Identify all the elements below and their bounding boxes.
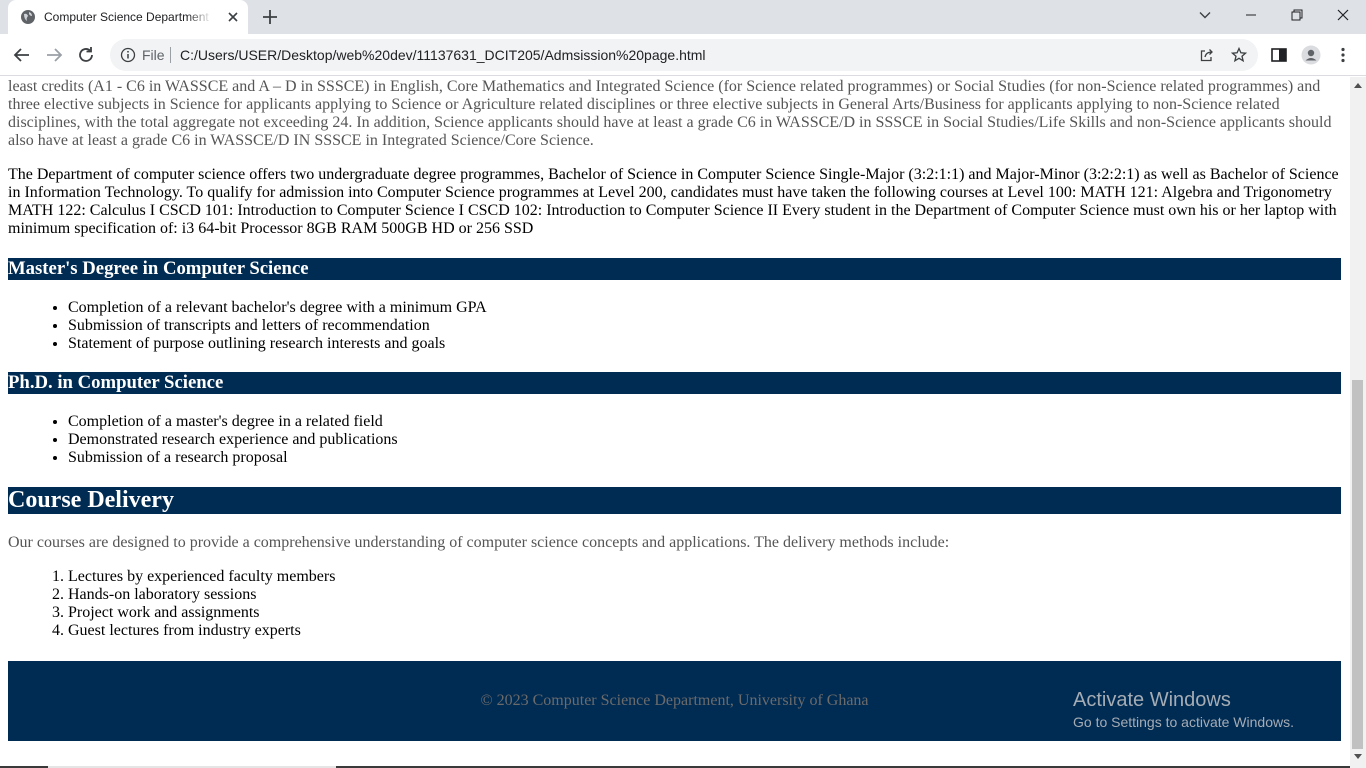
browser-tab[interactable]: Computer Science Department / Admission (8, 0, 248, 34)
scrollbar-thumb[interactable] (1352, 380, 1363, 749)
list-item: Completion of a master's degree in a rel… (68, 413, 1341, 431)
masters-heading: Master's Degree in Computer Science (8, 258, 1341, 280)
list-item: Lectures by experienced faculty members (68, 568, 1341, 586)
undergraduate-programmes-text: The Department of computer science offer… (8, 166, 1339, 237)
list-item: Project work and assignments (68, 604, 1341, 622)
page-content: academic year. Applicants should take no… (8, 77, 1341, 741)
list-item: Statement of purpose outlining research … (68, 335, 1341, 353)
reload-icon[interactable] (76, 45, 96, 65)
restore-button[interactable] (1274, 0, 1320, 30)
list-item: Hands-on laboratory sessions (68, 586, 1341, 604)
list-item: Submission of a research proposal (68, 449, 1341, 467)
address-bar[interactable]: File C:/Users/USER/Desktop/web%20dev/111… (110, 39, 1258, 71)
chevron-down-icon (1199, 12, 1211, 19)
masters-requirements-list: Completion of a relevant bachelor's degr… (8, 299, 1341, 353)
url-text[interactable]: C:/Users/USER/Desktop/web%20dev/11137631… (180, 46, 706, 64)
browser-toolbar: File C:/Users/USER/Desktop/web%20dev/111… (0, 34, 1366, 76)
tab-title: Computer Science Department / Admission (44, 10, 212, 24)
bookmark-star-icon[interactable] (1231, 47, 1247, 63)
profile-avatar-icon[interactable] (1301, 45, 1321, 65)
minimize-icon (1246, 14, 1256, 16)
course-delivery-heading: Course Delivery (8, 487, 1341, 514)
back-arrow-icon[interactable] (12, 45, 32, 65)
phd-heading: Ph.D. in Computer Science (8, 372, 1341, 394)
course-delivery-intro: Our courses are designed to provide a co… (8, 534, 950, 551)
restore-icon (1291, 9, 1303, 21)
tab-search-button[interactable] (1182, 0, 1228, 30)
scroll-down-arrow-icon[interactable] (1354, 754, 1362, 760)
close-tab-icon[interactable] (225, 9, 241, 25)
list-item: Completion of a relevant bachelor's degr… (68, 299, 1341, 317)
omnibox-divider (170, 47, 171, 63)
scroll-up-arrow-icon[interactable] (1354, 82, 1362, 88)
globe-icon (21, 10, 35, 24)
tab-strip: Computer Science Department / Admission (0, 0, 1366, 34)
side-panel-icon[interactable] (1269, 45, 1289, 65)
activate-windows-watermark: Activate Windows Go to Settings to activ… (1073, 688, 1294, 732)
delivery-methods-list: Lectures by experienced faculty members … (8, 568, 1341, 640)
list-item: Guest lectures from industry experts (68, 622, 1341, 640)
list-item: Demonstrated research experience and pub… (68, 431, 1341, 449)
scheme-label: File (142, 47, 165, 63)
list-item: Submission of transcripts and letters of… (68, 317, 1341, 335)
vertical-scrollbar[interactable] (1350, 77, 1366, 768)
share-icon[interactable] (1199, 47, 1215, 63)
minimize-button[interactable] (1228, 0, 1274, 30)
page-viewport: academic year. Applicants should take no… (0, 77, 1350, 768)
close-icon (1337, 9, 1349, 21)
close-window-button[interactable] (1320, 0, 1366, 30)
phd-requirements-list: Completion of a master's degree in a rel… (8, 413, 1341, 467)
new-tab-icon[interactable] (260, 7, 280, 27)
forward-arrow-icon[interactable] (44, 45, 64, 65)
activate-windows-subtitle: Go to Settings to activate Windows. (1073, 714, 1294, 730)
kebab-menu-icon[interactable] (1333, 45, 1353, 65)
admission-requirements-text: academic year. Applicants should take no… (8, 78, 1332, 149)
activate-windows-title: Activate Windows (1073, 689, 1231, 711)
info-icon[interactable] (120, 47, 136, 63)
